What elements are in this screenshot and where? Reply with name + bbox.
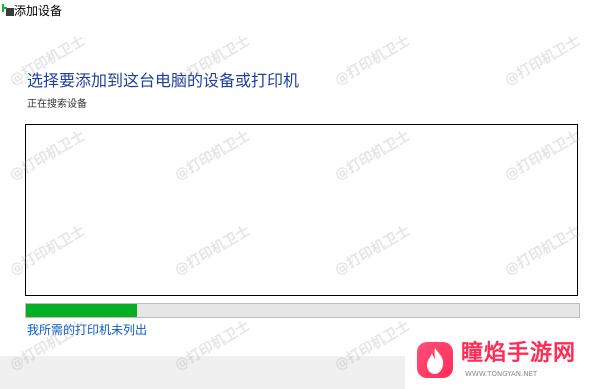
title-bar: 添加设备 bbox=[0, 0, 600, 24]
logo-name: 瞳焰手游网 bbox=[461, 341, 577, 366]
watermark-text: @打印机卫士 bbox=[332, 32, 413, 89]
printer-not-listed-link[interactable]: 我所需的打印机未列出 bbox=[27, 322, 147, 338]
logo-url: WWW.TONGYAN.NET bbox=[465, 370, 538, 378]
site-logo: 瞳焰手游网 WWW.TONGYAN.NET bbox=[405, 336, 600, 389]
page-heading: 选择要添加到这台电脑的设备或打印机 bbox=[27, 71, 300, 90]
device-list[interactable] bbox=[25, 124, 578, 296]
search-status-text: 正在搜索设备 bbox=[27, 99, 87, 110]
window-title: 添加设备 bbox=[14, 4, 63, 18]
search-progress-bar bbox=[25, 303, 580, 318]
watermark-text: @打印机卫士 bbox=[502, 32, 583, 89]
flame-logo-icon bbox=[417, 342, 453, 378]
progress-fill bbox=[26, 304, 137, 317]
